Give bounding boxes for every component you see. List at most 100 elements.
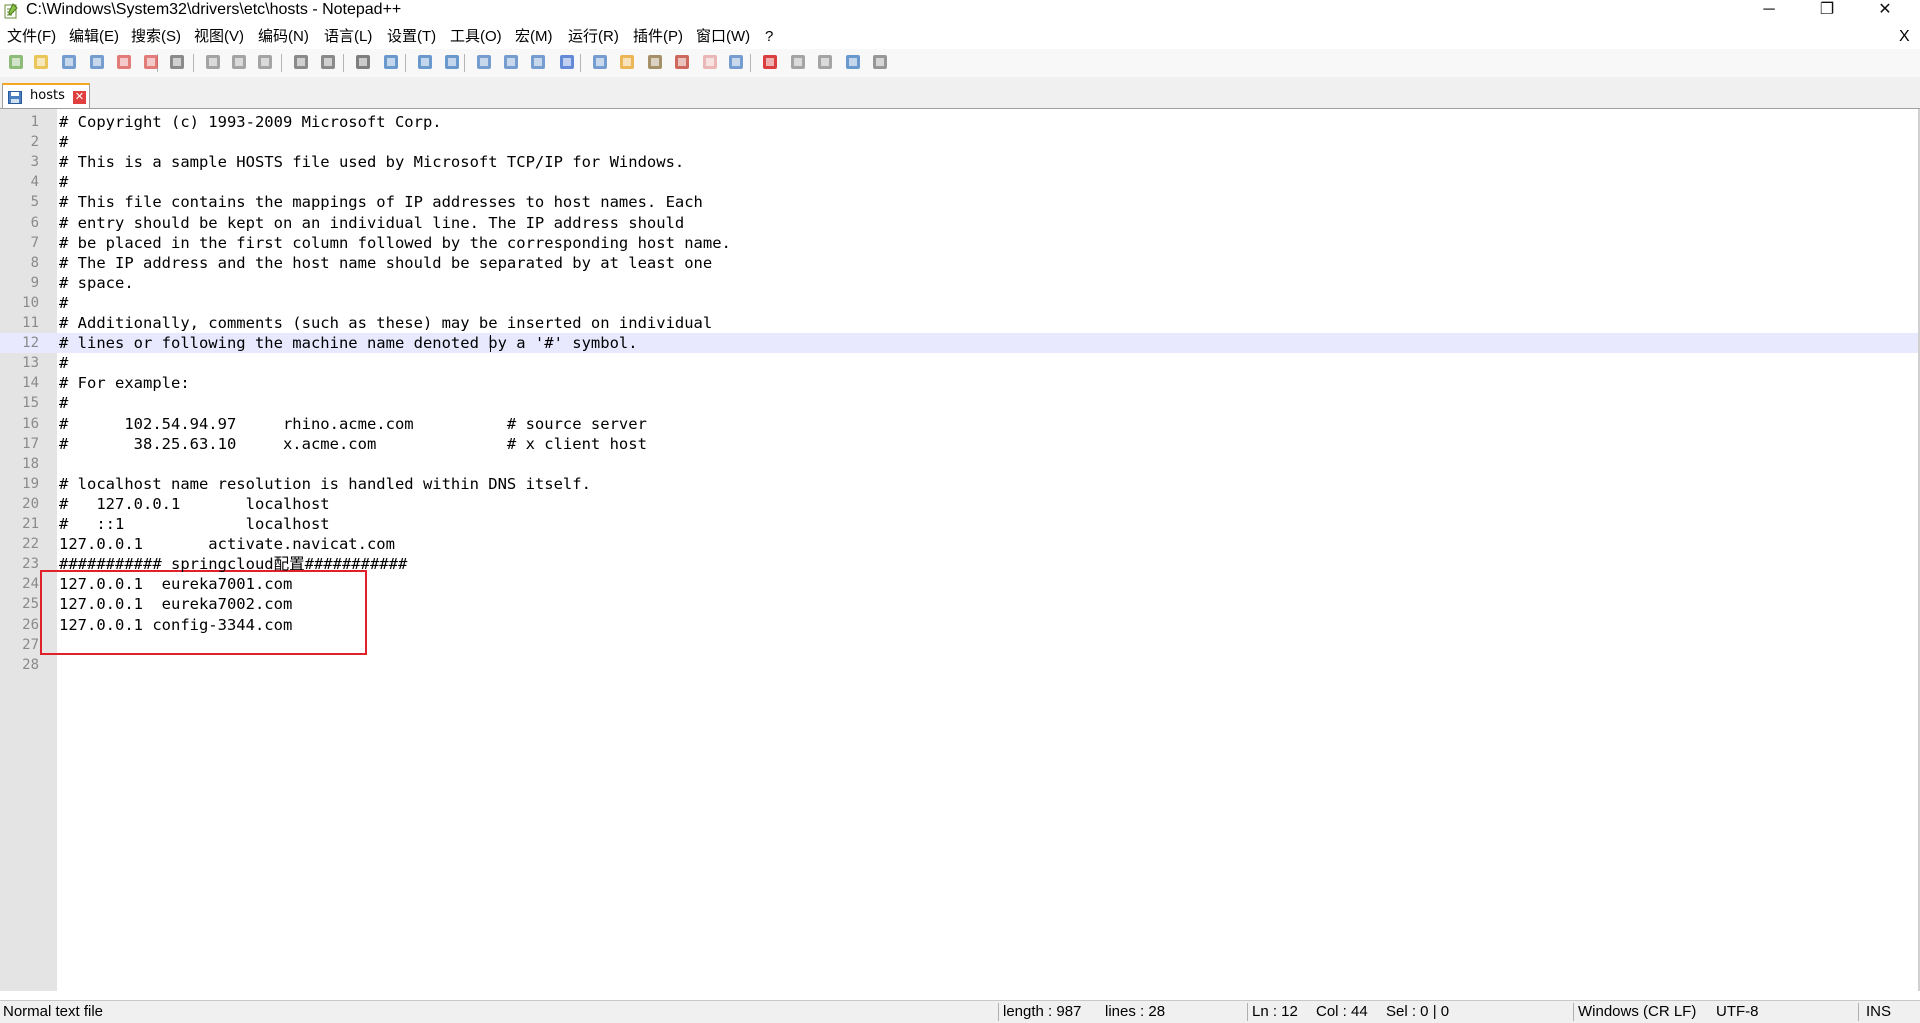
- zoom-in-button[interactable]: [415, 52, 435, 72]
- editor-line[interactable]: 15 #: [0, 393, 1918, 413]
- editor-line[interactable]: 16 # 102.54.94.97 rhino.acme.com # source…: [0, 414, 1918, 434]
- run-macro-multiple-button[interactable]: [843, 52, 863, 72]
- folder-workspace-button[interactable]: [700, 52, 720, 72]
- line-text: # space.: [59, 273, 134, 292]
- line-text: # The IP address and the host name shoul…: [59, 253, 713, 272]
- editor-line[interactable]: 17 # 38.25.63.10 x.acme.com # x client ho…: [0, 434, 1918, 454]
- editor-line[interactable]: 10 #: [0, 293, 1918, 313]
- editor-line[interactable]: 3 # This is a sample HOSTS file used by M…: [0, 152, 1918, 172]
- editor-line[interactable]: 25 127.0.0.1 eureka7002.com: [0, 594, 1918, 614]
- editor-line[interactable]: 18: [0, 454, 1918, 474]
- minimize-button[interactable]: ─: [1746, 0, 1792, 22]
- editor-line[interactable]: 26 127.0.0.1 config-3344.com: [0, 615, 1918, 635]
- text-editor[interactable]: 1 # Copyright (c) 1993-2009 Microsoft Cor…: [0, 109, 1920, 991]
- editor-line[interactable]: 1 # Copyright (c) 1993-2009 Microsoft Cor…: [0, 112, 1918, 132]
- menu-help[interactable]: ?: [765, 26, 773, 48]
- save-all-button[interactable]: [87, 52, 107, 72]
- editor-line[interactable]: 24 127.0.0.1 eureka7001.com: [0, 574, 1918, 594]
- user-language-button[interactable]: [617, 52, 637, 72]
- close-all-button[interactable]: [141, 52, 161, 72]
- menu-file[interactable]: 文件(F): [7, 26, 56, 48]
- line-number: 24: [22, 576, 39, 593]
- editor-line[interactable]: 7 # be placed in the first column followe…: [0, 233, 1918, 253]
- open-file-button[interactable]: [31, 52, 51, 72]
- editor-line[interactable]: 9 # space.: [0, 273, 1918, 293]
- editor-line[interactable]: 6 # entry should be kept on an individual…: [0, 213, 1918, 233]
- menu-settings[interactable]: 设置(T): [387, 26, 436, 48]
- editor-line[interactable]: 28: [0, 655, 1918, 675]
- editor-line[interactable]: 12 # lines or following the machine name …: [0, 333, 1918, 354]
- paste-button[interactable]: [255, 52, 275, 72]
- editor-line[interactable]: 20 # 127.0.0.1 localhost: [0, 494, 1918, 514]
- undo-button[interactable]: [291, 52, 311, 72]
- menu-search[interactable]: 搜索(S): [131, 26, 181, 48]
- restore-button[interactable]: ❐: [1804, 0, 1850, 22]
- line-number: 17: [22, 435, 39, 452]
- menu-language[interactable]: 语言(L): [324, 26, 372, 48]
- line-text: # be placed in the first column followed…: [59, 233, 731, 252]
- cut-icon: [206, 55, 220, 69]
- line-number: 13: [22, 355, 39, 372]
- show-all-chars-button[interactable]: [557, 52, 577, 72]
- menu-view[interactable]: 视图(V): [194, 26, 244, 48]
- editor-line[interactable]: 11 # Additionally, comments (such as thes…: [0, 313, 1918, 333]
- editor-line[interactable]: 21 # ::1 localhost: [0, 514, 1918, 534]
- menu-encoding[interactable]: 编码(N): [258, 26, 309, 48]
- line-number: 18: [22, 455, 39, 472]
- close-window-button[interactable]: ✕: [1862, 0, 1908, 22]
- redo-button[interactable]: [318, 52, 338, 72]
- editor-line[interactable]: 13 #: [0, 353, 1918, 373]
- zoom-out-button[interactable]: [442, 52, 462, 72]
- menu-tools[interactable]: 工具(O): [450, 26, 502, 48]
- editor-line[interactable]: 23 ########### springcloud配置###########: [0, 554, 1918, 574]
- print-button[interactable]: [167, 52, 187, 72]
- show-all-chars-icon: [560, 55, 574, 69]
- menu-run[interactable]: 运行(R): [568, 26, 619, 48]
- status-encoding[interactable]: UTF-8: [1716, 1003, 1759, 1020]
- replace-button[interactable]: [381, 52, 401, 72]
- tab-close-button[interactable]: ✕: [73, 91, 86, 104]
- record-macro-button[interactable]: [760, 52, 780, 72]
- document-map-button[interactable]: [645, 52, 665, 72]
- save-button[interactable]: [59, 52, 79, 72]
- sync-vertical-button[interactable]: [474, 52, 494, 72]
- editor-line[interactable]: 19 # localhost name resolution is handled…: [0, 474, 1918, 494]
- tab-hosts[interactable]: hosts ✕: [2, 83, 90, 108]
- indent-guide-button[interactable]: [590, 52, 610, 72]
- menu-edit[interactable]: 编辑(E): [69, 26, 119, 48]
- editor-line[interactable]: 8 # The IP address and the host name shou…: [0, 253, 1918, 273]
- sync-horizontal-button[interactable]: [501, 52, 521, 72]
- status-insert-mode[interactable]: INS: [1866, 1003, 1891, 1020]
- line-number: 16: [22, 415, 39, 432]
- close-document-button[interactable]: X: [1899, 26, 1910, 48]
- cut-button[interactable]: [203, 52, 223, 72]
- line-text: #: [59, 133, 69, 152]
- find-button[interactable]: [353, 52, 373, 72]
- editor-line[interactable]: 14 # For example:: [0, 373, 1918, 393]
- play-macro-button[interactable]: [815, 52, 835, 72]
- menu-window[interactable]: 窗口(W): [696, 26, 750, 48]
- function-list-button[interactable]: [672, 52, 692, 72]
- editor-line[interactable]: 2 #: [0, 132, 1918, 152]
- save-macro-button[interactable]: [870, 52, 890, 72]
- line-text: #: [59, 173, 69, 192]
- editor-line[interactable]: 4 #: [0, 172, 1918, 192]
- editor-line[interactable]: 5 # This file contains the mappings of IP…: [0, 192, 1918, 212]
- editor-line[interactable]: 27: [0, 635, 1918, 655]
- line-text: # 38.25.63.10 x.acme.com # x client host: [59, 434, 647, 453]
- stop-macro-button[interactable]: [788, 52, 808, 72]
- word-wrap-button[interactable]: [528, 52, 548, 72]
- menu-macro[interactable]: 宏(M): [515, 26, 553, 48]
- copy-button[interactable]: [229, 52, 249, 72]
- status-selection: Sel : 0 | 0: [1386, 1003, 1450, 1020]
- line-number: 11: [22, 315, 39, 331]
- line-text: # lines or following the machine name de…: [59, 334, 638, 353]
- new-file-button[interactable]: [6, 52, 26, 72]
- menu-plugins[interactable]: 插件(P): [633, 26, 683, 48]
- editor-line[interactable]: 22 127.0.0.1 activate.navicat.com: [0, 534, 1918, 554]
- close-button[interactable]: [114, 52, 134, 72]
- status-eol[interactable]: Windows (CR LF): [1578, 1003, 1696, 1020]
- monitoring-button[interactable]: [726, 52, 746, 72]
- line-number: 6: [30, 214, 39, 231]
- menu-bar: 文件(F) 编辑(E) 搜索(S) 视图(V) 编码(N) 语言(L) 设置(T…: [0, 26, 1920, 48]
